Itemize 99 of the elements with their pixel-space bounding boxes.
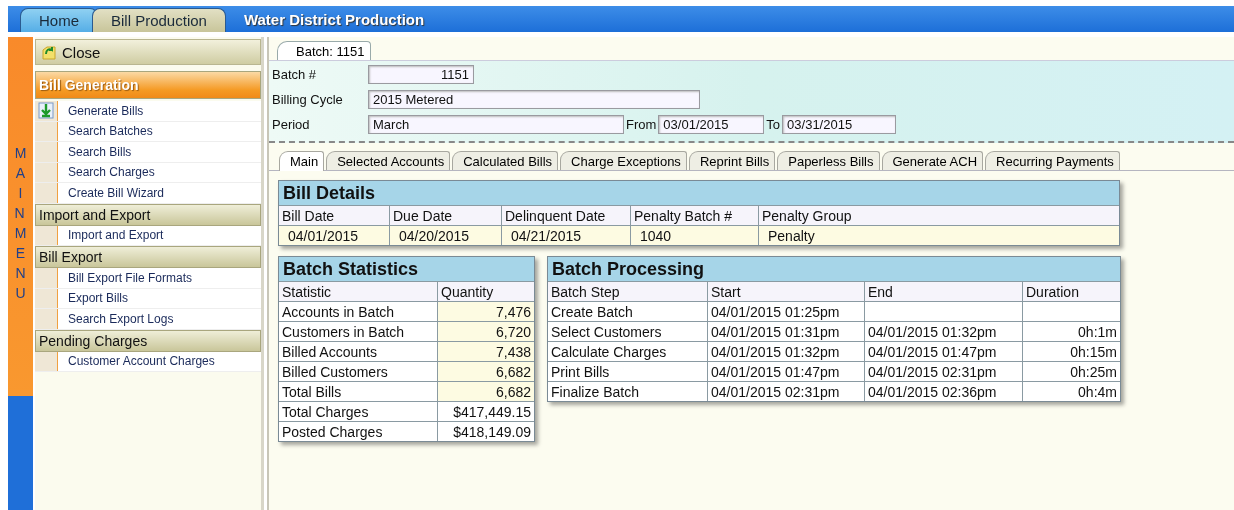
table-cell: Create Batch [548, 301, 707, 321]
table-cell: 6,682 [437, 381, 534, 401]
table-cell: 04/01/2015 01:47pm [707, 361, 864, 381]
tab[interactable]: Charge Exceptions [560, 151, 687, 170]
menu-group-header[interactable]: Pending Charges [35, 329, 261, 352]
close-button[interactable]: Close [35, 39, 261, 65]
table-cell: Finalize Batch [548, 381, 707, 401]
menu-item[interactable]: Search Export Logs [35, 309, 261, 330]
table-cell: 0h:4m [1022, 381, 1120, 401]
menu-item-label: Bill Export File Formats [67, 269, 193, 287]
field-label: Billing Cycle [272, 91, 344, 107]
table-cell: 0h:25m [1022, 361, 1120, 381]
table-cell: 04/01/2015 02:36pm [864, 381, 1022, 401]
menu-item-label: Search Export Logs [67, 310, 174, 328]
menu-item[interactable]: Search Bills [35, 142, 261, 163]
table-cell: 6,720 [437, 321, 534, 341]
table-cell: Billed Customers [279, 361, 437, 381]
menu-item[interactable]: Import and Export [35, 225, 261, 246]
batch-tab[interactable]: Batch: 1151 [277, 41, 372, 60]
menu-item-label: Search Bills [67, 143, 132, 161]
table-cell: Calculate Charges [548, 341, 707, 361]
menu-item-label: Customer Account Charges [67, 353, 215, 371]
input-field[interactable]: 1151 [368, 64, 474, 84]
table-cell: 6,682 [437, 361, 534, 381]
menu-item[interactable]: Generate Bills [35, 101, 261, 122]
input-field[interactable]: 2015 Metered [368, 89, 700, 109]
tab[interactable]: Calculated Bills [452, 151, 559, 170]
menu-item-label: Export Bills [67, 290, 129, 308]
field-label: From [625, 116, 658, 132]
panel-title: Batch Statistics [279, 257, 534, 281]
column-header: Bill Date [279, 205, 389, 225]
column-header: Quantity [437, 281, 534, 301]
table-cell: $417,449.15 [437, 401, 534, 421]
menu-item-label: Search Batches [67, 123, 153, 141]
table-cell: 1040 [630, 225, 758, 245]
table-cell: 04/01/2015 01:25pm [707, 301, 864, 321]
table-cell: Total Charges [279, 401, 437, 421]
menu-item[interactable]: Create Bill Wizard [35, 183, 261, 204]
column-header: Due Date [389, 205, 501, 225]
menu-item-label: Create Bill Wizard [67, 184, 165, 202]
menu-item[interactable]: Search Charges [35, 162, 261, 183]
table-cell: Print Bills [548, 361, 707, 381]
table-cell: 04/01/2015 02:31pm [864, 361, 1022, 381]
tab[interactable]: Paperless Bills [777, 151, 880, 170]
tab[interactable]: Reprint Bills [688, 151, 776, 170]
back-arrow-icon [42, 44, 56, 60]
column-header: Delinquent Date [501, 205, 630, 225]
input-field[interactable]: 03/01/2015 [658, 114, 765, 134]
table-cell: 04/01/2015 01:32pm [707, 341, 864, 361]
tab[interactable]: Selected Accounts [326, 151, 451, 170]
tab[interactable]: Generate ACH [881, 151, 984, 170]
column-header: Penalty Batch # [630, 205, 758, 225]
column-header: Batch Step [548, 281, 707, 301]
table-cell: 04/01/2015 02:31pm [707, 381, 864, 401]
menu-item[interactable]: Customer Account Charges [35, 351, 261, 372]
menu-group-header[interactable]: Bill Export [35, 246, 261, 268]
table-cell: Customers in Batch [279, 321, 437, 341]
table-cell: 7,438 [437, 341, 534, 361]
panel-title: Batch Processing [548, 257, 1120, 281]
menu-item[interactable]: Search Batches [35, 121, 261, 142]
table-cell: 04/01/2015 01:47pm [864, 341, 1022, 361]
input-field[interactable]: March [368, 114, 624, 134]
table-cell: 04/21/2015 [501, 225, 630, 245]
field-label: Period [272, 116, 311, 132]
input-field[interactable]: 03/31/2015 [782, 114, 897, 134]
table-cell: Select Customers [548, 321, 707, 341]
menu-item[interactable]: Bill Export File Formats [35, 268, 261, 289]
column-header: Start [707, 281, 864, 301]
menu-item-label: Generate Bills [67, 102, 144, 120]
column-header: Duration [1022, 281, 1120, 301]
main-menu-label[interactable]: MAIN MENU [14, 143, 27, 303]
menu-item[interactable]: Export Bills [35, 288, 261, 309]
table-cell: 04/01/2015 01:32pm [864, 321, 1022, 341]
column-header: End [864, 281, 1022, 301]
table-cell: 0h:1m [1022, 321, 1120, 341]
table-cell: 0h:15m [1022, 341, 1120, 361]
menu-item-label: Search Charges [67, 164, 155, 182]
field-label: Batch # [272, 66, 318, 82]
table-cell: Penalty [758, 225, 1119, 245]
column-header: Statistic [279, 281, 437, 301]
table-cell: 04/01/2015 [279, 225, 389, 245]
table-cell: 7,476 [437, 301, 534, 321]
table-cell: Total Bills [279, 381, 437, 401]
table-cell: Posted Charges [279, 421, 437, 441]
table-cell: Billed Accounts [279, 341, 437, 361]
field-label: To [765, 116, 782, 132]
tab[interactable]: Recurring Payments [985, 151, 1120, 170]
nav-tab[interactable]: Bill Production [92, 8, 226, 32]
panel-title: Bill Details [279, 181, 1119, 205]
app-title: Water District Production [243, 10, 425, 28]
menu-group-header[interactable]: Import and Export [35, 203, 261, 226]
column-header: Penalty Group [758, 205, 1119, 225]
tab[interactable]: Main [279, 151, 325, 171]
table-cell: 04/01/2015 01:31pm [707, 321, 864, 341]
table-cell: $418,149.09 [437, 421, 534, 441]
table-cell: 04/20/2015 [389, 225, 501, 245]
menu-item-label: Import and Export [67, 227, 164, 245]
download-icon [38, 102, 54, 120]
table-cell: Accounts in Batch [279, 301, 437, 321]
